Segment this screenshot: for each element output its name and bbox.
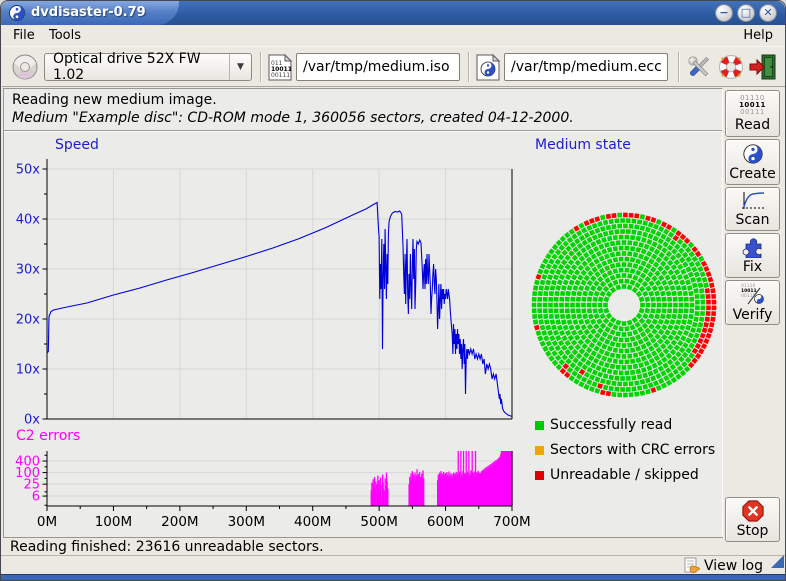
svg-text:300M: 300M [228, 514, 265, 530]
menu-help[interactable]: Help [738, 27, 778, 44]
status-bar: Reading finished: 23616 unreadable secto… [3, 537, 723, 555]
read-button[interactable]: 01110 10011 00111 Read [725, 90, 780, 137]
svg-text:0x: 0x [24, 413, 40, 428]
legend-unreadable: Unreadable / skipped [535, 467, 699, 483]
svg-text:500M: 500M [360, 514, 397, 530]
scan-graph-icon [741, 191, 765, 211]
svg-text:200M: 200M [161, 514, 198, 530]
ecc-file-icon [476, 54, 500, 81]
drive-select[interactable]: Optical drive 52X FW 1.02 ▼ [44, 53, 252, 81]
drive-select-value: Optical drive 52X FW 1.02 [45, 51, 229, 83]
iso-file-icon: 011 10011 00111 [268, 54, 292, 81]
create-yinyang-icon [742, 143, 764, 165]
window-title: dvdisaster-0.79 [31, 5, 146, 20]
svg-text:600M: 600M [427, 514, 464, 530]
menu-file[interactable]: File [8, 27, 40, 44]
footer-bar: View log [1, 555, 786, 576]
iso-path-input[interactable] [296, 53, 460, 81]
menu-bar: File Tools Help [2, 25, 786, 46]
maximize-button[interactable]: □ [737, 4, 755, 22]
menu-tools[interactable]: Tools [44, 27, 86, 44]
resize-grip[interactable] [771, 555, 784, 568]
minimize-button[interactable]: − [715, 4, 733, 22]
read-binary-icon: 01110 10011 00111 [739, 95, 766, 116]
close-button[interactable]: ✕ [759, 4, 777, 22]
fix-puzzle-icon [741, 236, 765, 258]
svg-text:400: 400 [15, 455, 40, 470]
svg-text:00111: 00111 [271, 72, 290, 79]
svg-text:10x: 10x [16, 363, 41, 378]
fix-button[interactable]: Fix [725, 233, 780, 278]
window-border-bottom [1, 574, 785, 580]
title-bar[interactable]: dvdisaster-0.79 − □ ✕ [1, 1, 785, 25]
green-swatch-icon [535, 421, 544, 430]
action-title: Reading new medium image. [12, 92, 217, 108]
svg-text:30x: 30x [16, 263, 41, 278]
status-text: Reading finished: 23616 unreadable secto… [10, 539, 324, 555]
view-log-icon [684, 557, 701, 574]
app-window: dvdisaster-0.79 − □ ✕ File Tools Help Op… [0, 0, 786, 581]
toolbar-separator [678, 52, 680, 82]
svg-text:20x: 20x [16, 313, 41, 328]
main-panel: Reading new medium image. Medium "Exampl… [3, 88, 723, 537]
help-lifebelt-icon[interactable] [716, 52, 746, 82]
stop-octagon-icon [742, 500, 764, 522]
preferences-tools-icon[interactable] [684, 52, 714, 82]
medium-state-disc [529, 210, 719, 400]
svg-text:700M: 700M [493, 514, 530, 530]
ecc-path-input[interactable] [504, 53, 668, 81]
toolbar: Optical drive 52X FW 1.02 ▼ 011 10011 00… [2, 46, 786, 87]
red-swatch-icon [535, 471, 544, 480]
verify-button[interactable]: 01110 10011 00111 Verify [725, 280, 780, 325]
legend-success: Successfully read [535, 417, 672, 433]
svg-text:100M: 100M [95, 514, 132, 530]
svg-text:40x: 40x [16, 213, 41, 228]
create-button[interactable]: Create [725, 139, 780, 185]
stop-button[interactable]: Stop [725, 497, 780, 542]
svg-text:50x: 50x [16, 163, 41, 178]
toolbar-separator [468, 52, 470, 82]
app-yinyang-icon [8, 4, 26, 22]
chevron-down-icon: ▼ [229, 54, 251, 80]
verify-compare-icon: 01110 10011 00111 [740, 282, 766, 306]
legend-crc: Sectors with CRC errors [535, 442, 715, 458]
toolbar-separator [260, 52, 262, 82]
svg-text:0M: 0M [37, 514, 57, 530]
scan-button[interactable]: Scan [725, 187, 780, 231]
view-log-button[interactable]: View log [684, 557, 763, 574]
quit-exit-icon[interactable] [748, 52, 778, 82]
medium-info: Medium "Example disc": CD-ROM mode 1, 36… [12, 110, 574, 126]
svg-text:400M: 400M [294, 514, 331, 530]
orange-swatch-icon [535, 446, 544, 455]
cd-drive-icon [10, 52, 40, 82]
